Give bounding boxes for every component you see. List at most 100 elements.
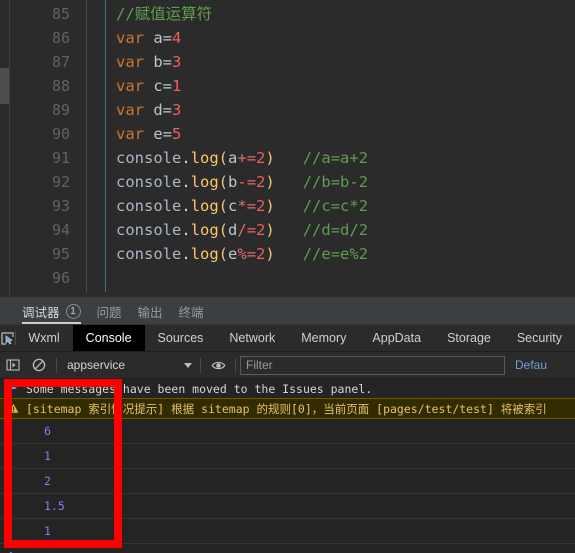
console-row-prompt[interactable] (0, 544, 575, 553)
live-expression-eye-icon[interactable] (205, 352, 231, 379)
code-line[interactable]: 91 console.log(a+=2) //a=a+2 (0, 146, 575, 170)
code-token: . (181, 245, 191, 263)
tab-label: Storage (447, 331, 491, 345)
code-token: . (181, 221, 191, 239)
code-line[interactable]: 93 console.log(c*=2) //c=c*2 (0, 194, 575, 218)
line-number: 94 (51, 221, 70, 239)
line-number: 91 (51, 149, 70, 167)
code-line[interactable]: 90 var e=5 (0, 122, 575, 146)
console-row-value[interactable]: 1 (0, 444, 575, 469)
code-line-text: var b=3 (78, 50, 575, 74)
code-token: 5 (172, 125, 182, 143)
tab-memory[interactable]: Memory (288, 325, 359, 351)
console-row-warn[interactable]: [sitemap 索引情况提示] 根据 sitemap 的规则[0]，当前页面 … (0, 398, 575, 419)
panel-tab-1[interactable]: 问题 (97, 298, 122, 325)
tab-console[interactable]: Console (72, 325, 145, 351)
console-toolbar: appservice Defau (0, 352, 575, 379)
line-number: 95 (51, 245, 70, 263)
code-line-text: console.log(b-=2) //b=b-2 (78, 170, 575, 194)
code-token: . (181, 149, 191, 167)
clear-console-icon[interactable] (26, 352, 52, 379)
line-number: 89 (51, 101, 70, 119)
devtools-tab-bar: Wxml Console Sources Network Memory AppData St… (0, 325, 575, 352)
console-context-select[interactable]: appservice (61, 356, 196, 375)
code-line-text: console.log(a+=2) //a=a+2 (78, 146, 575, 170)
code-token: var (116, 101, 154, 119)
code-line[interactable]: 86 var a=4 (0, 26, 575, 50)
console-row-value[interactable]: 1.5 (0, 494, 575, 519)
code-token: ( (218, 149, 229, 167)
code-token: //e=e%2 (302, 245, 369, 263)
tab-storage[interactable]: Storage (434, 325, 504, 351)
tab-network[interactable]: Network (216, 325, 288, 351)
console-filter-input[interactable] (240, 355, 505, 375)
console-log-levels-dropdown[interactable]: Defau (515, 358, 547, 372)
code-line-text: var c=1 (78, 74, 575, 98)
toolbar-divider-3 (235, 357, 236, 373)
code-line-text: var a=4 (78, 26, 575, 50)
code-line-text: console.log(e%=2) //e=e%2 (78, 242, 575, 266)
code-line[interactable]: 96 (0, 266, 575, 290)
code-line[interactable]: 87 var b=3 (0, 50, 575, 74)
console-row-value[interactable]: 1 (0, 519, 575, 544)
code-token: ) (265, 197, 275, 215)
code-token: ) (265, 149, 275, 167)
inspect-element-icon[interactable] (0, 325, 15, 351)
code-line[interactable]: 94 console.log(d/=2) //d=d/2 (0, 218, 575, 242)
code-token: ( (218, 245, 229, 263)
console-row-text: 1 (44, 524, 51, 538)
tab-appdata[interactable]: AppData (359, 325, 434, 351)
code-token: log (190, 173, 219, 191)
tab-sources[interactable]: Sources (145, 325, 217, 351)
line-number: 93 (51, 197, 70, 215)
toolbar-divider-2 (200, 357, 201, 373)
code-token: a (228, 149, 238, 167)
console-row-text: 1 (44, 449, 51, 463)
panel-tab-0[interactable]: 调试器 1 (22, 298, 81, 325)
code-line[interactable]: 88 var c=1 (0, 74, 575, 98)
console-row-value[interactable]: 2 (0, 469, 575, 494)
code-token: ( (218, 221, 229, 239)
code-line[interactable]: 85 //赋值运算符 (0, 2, 575, 26)
code-token: ) (265, 245, 275, 263)
panel-tab-2[interactable]: 输出 (138, 298, 163, 325)
code-token: console (116, 173, 182, 191)
code-token: . (181, 197, 191, 215)
panel-tab-3[interactable]: 终端 (179, 298, 204, 325)
console-row-info[interactable]: Some messages have been moved to the Iss… (0, 379, 575, 398)
tab-security[interactable]: Security (504, 325, 575, 351)
tab-label: Memory (301, 331, 347, 345)
tab-label: Console (85, 331, 132, 345)
code-line-text: var d=3 (78, 98, 575, 122)
code-token: b (228, 173, 238, 191)
console-sidebar-icon[interactable] (0, 352, 26, 379)
console-output-list[interactable]: Some messages have been moved to the Iss… (0, 379, 575, 553)
console-row-text: Some messages have been moved to the Iss… (26, 381, 373, 396)
code-line[interactable]: 92 console.log(b-=2) //b=b-2 (0, 170, 575, 194)
line-number: 92 (51, 173, 70, 191)
code-line-text: var e=5 (78, 122, 575, 146)
code-line[interactable]: 89 var d=3 (0, 98, 575, 122)
code-token: . (181, 173, 191, 191)
code-editor[interactable]: 85//赋值运算符 86 var a=4 87 var b=3 88 var c=1 89 va… (0, 0, 575, 298)
code-token: e (228, 245, 238, 263)
line-number: 90 (51, 125, 70, 143)
flag-icon (8, 384, 24, 394)
code-token: //d=d/2 (302, 221, 369, 239)
code-token: c (228, 197, 238, 215)
code-token: *= (237, 197, 257, 215)
code-line[interactable]: 95 console.log(e%=2) //e=e%2 (0, 242, 575, 266)
chevron-down-icon (184, 362, 192, 368)
code-token: d= (153, 101, 172, 119)
console-row-text: 6 (44, 424, 51, 438)
panel-tab-badge: 1 (65, 303, 81, 319)
code-token: ( (218, 197, 229, 215)
console-row-value[interactable]: 6 (0, 419, 575, 444)
tab-wxml[interactable]: Wxml (15, 325, 72, 351)
tab-label: Security (516, 331, 562, 345)
code-token: var (116, 29, 154, 47)
code-token: 1 (172, 77, 182, 95)
